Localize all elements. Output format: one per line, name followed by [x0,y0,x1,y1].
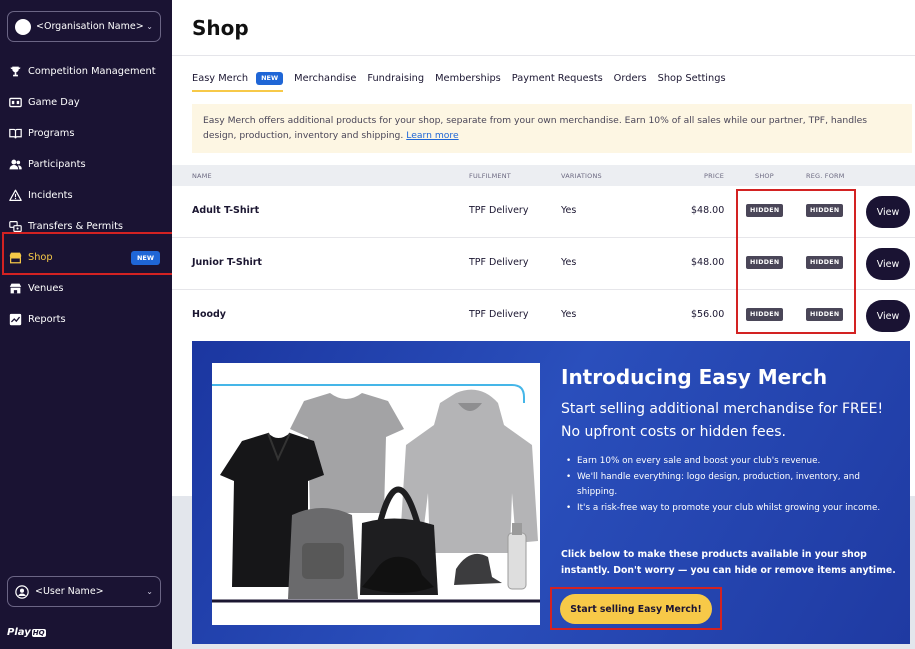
sidebar-nav: Competition Management Game Day Programs… [0,56,172,335]
sidebar-item-programs[interactable]: Programs [0,118,172,149]
playhq-logo: Play HQ [7,627,46,638]
banner-subtitle: Start selling additional merchandise for… [561,398,901,444]
logo-text: Play [7,627,31,638]
warning-icon [8,189,22,203]
sidebar-item-label: Reports [28,314,66,325]
list-item: Earn 10% on every sale and boost your cl… [566,454,896,470]
price: $48.00 [691,257,725,268]
variations: Yes [561,257,577,268]
user-name: <User Name> [35,586,104,597]
table-header: NAME FULFILMENT VARIATIONS PRICE SHOP RE… [172,165,915,186]
banner-cta-text: Click below to make these products avail… [561,549,896,576]
sidebar-item-incidents[interactable]: Incidents [0,180,172,211]
user-menu[interactable]: <User Name> ⌄ [7,576,161,607]
sidebar-item-game-day[interactable]: Game Day [0,87,172,118]
tab-memberships[interactable]: Memberships [435,70,501,92]
column-header-price: PRICE [704,172,724,180]
view-button[interactable]: View [866,248,910,280]
sidebar-item-label: Participants [28,159,86,170]
tab-shop-settings[interactable]: Shop Settings [658,70,726,92]
banner-subtitle-line: No upfront costs or hidden fees. [561,424,786,440]
sidebar-item-reports[interactable]: Reports [0,304,172,335]
tab-label: Easy Merch [192,73,249,84]
column-header-fulfilment: FULFILMENT [469,172,511,180]
sidebar-item-venues[interactable]: Venues [0,273,172,304]
sidebar-item-competition-management[interactable]: Competition Management [0,56,172,87]
benefits-list: Earn 10% on every sale and boost your cl… [566,454,896,516]
easy-merch-info: Easy Merch offers additional products fo… [192,104,912,153]
tab-orders[interactable]: Orders [614,70,647,92]
merchandise-photo [212,363,540,625]
cta-highlight-box [550,587,722,630]
product-name: Hoody [192,309,226,320]
sidebar-item-label: Transfers & Permits [28,221,124,232]
variations: Yes [561,205,577,216]
list-item: We'll handle everything: logo design, pr… [566,470,896,501]
book-icon [8,127,22,141]
banner-subtitle-line: Start selling additional merchandise for… [561,401,884,417]
organisation-name: <Organisation Name> [36,21,144,32]
organisation-selector[interactable]: <Organisation Name> ⌄ [7,11,161,42]
view-button[interactable]: View [866,300,910,332]
tab-easy-merch[interactable]: Easy Merch NEW [192,70,284,92]
view-button[interactable]: View [866,196,910,228]
merchandise-illustration [212,363,540,625]
price: $56.00 [691,309,725,320]
tab-fundraising[interactable]: Fundraising [367,70,424,92]
column-header-name: NAME [192,172,212,180]
sidebar-item-label: Programs [28,128,75,139]
venue-icon [8,282,22,296]
chevron-down-icon: ⌄ [146,587,153,596]
new-badge: NEW [256,72,284,85]
shop-highlight-box [2,232,174,275]
info-text: Easy Merch offers additional products fo… [203,115,868,141]
sidebar-item-label: Venues [28,283,64,294]
product-name: Junior T-Shirt [192,257,262,268]
organisation-avatar [15,18,31,35]
fulfilment: TPF Delivery [469,205,529,216]
price: $48.00 [691,205,725,216]
column-header-shop: SHOP [755,172,774,180]
trophy-icon [8,65,22,79]
tab-merchandise[interactable]: Merchandise [294,70,356,92]
chevron-down-icon: ⌄ [146,22,153,31]
divider [172,55,915,56]
user-icon [15,584,29,599]
page-title: Shop [192,16,249,40]
chart-icon [8,313,22,327]
hidden-status-highlight-box [736,189,856,334]
shop-tabs: Easy Merch NEW Merchandise Fundraising M… [192,70,737,92]
sidebar-item-label: Incidents [28,190,73,201]
tab-payment-requests[interactable]: Payment Requests [512,70,603,92]
fulfilment: TPF Delivery [469,257,529,268]
people-icon [8,158,22,172]
sidebar-item-label: Game Day [28,97,80,108]
sidebar: <Organisation Name> ⌄ Competition Manage… [0,0,172,649]
product-name: Adult T-Shirt [192,205,260,216]
fulfilment: TPF Delivery [469,309,529,320]
banner-title: Introducing Easy Merch [561,365,828,389]
logo-badge: HQ [31,629,46,637]
column-header-variations: VARIATIONS [561,172,602,180]
sidebar-item-participants[interactable]: Participants [0,149,172,180]
list-item: It's a risk-free way to promote your clu… [566,501,896,517]
variations: Yes [561,309,577,320]
sidebar-item-label: Competition Management [28,66,156,77]
column-header-reg-form: REG. FORM [806,172,845,180]
scoreboard-icon [8,96,22,110]
learn-more-link[interactable]: Learn more [406,130,458,141]
